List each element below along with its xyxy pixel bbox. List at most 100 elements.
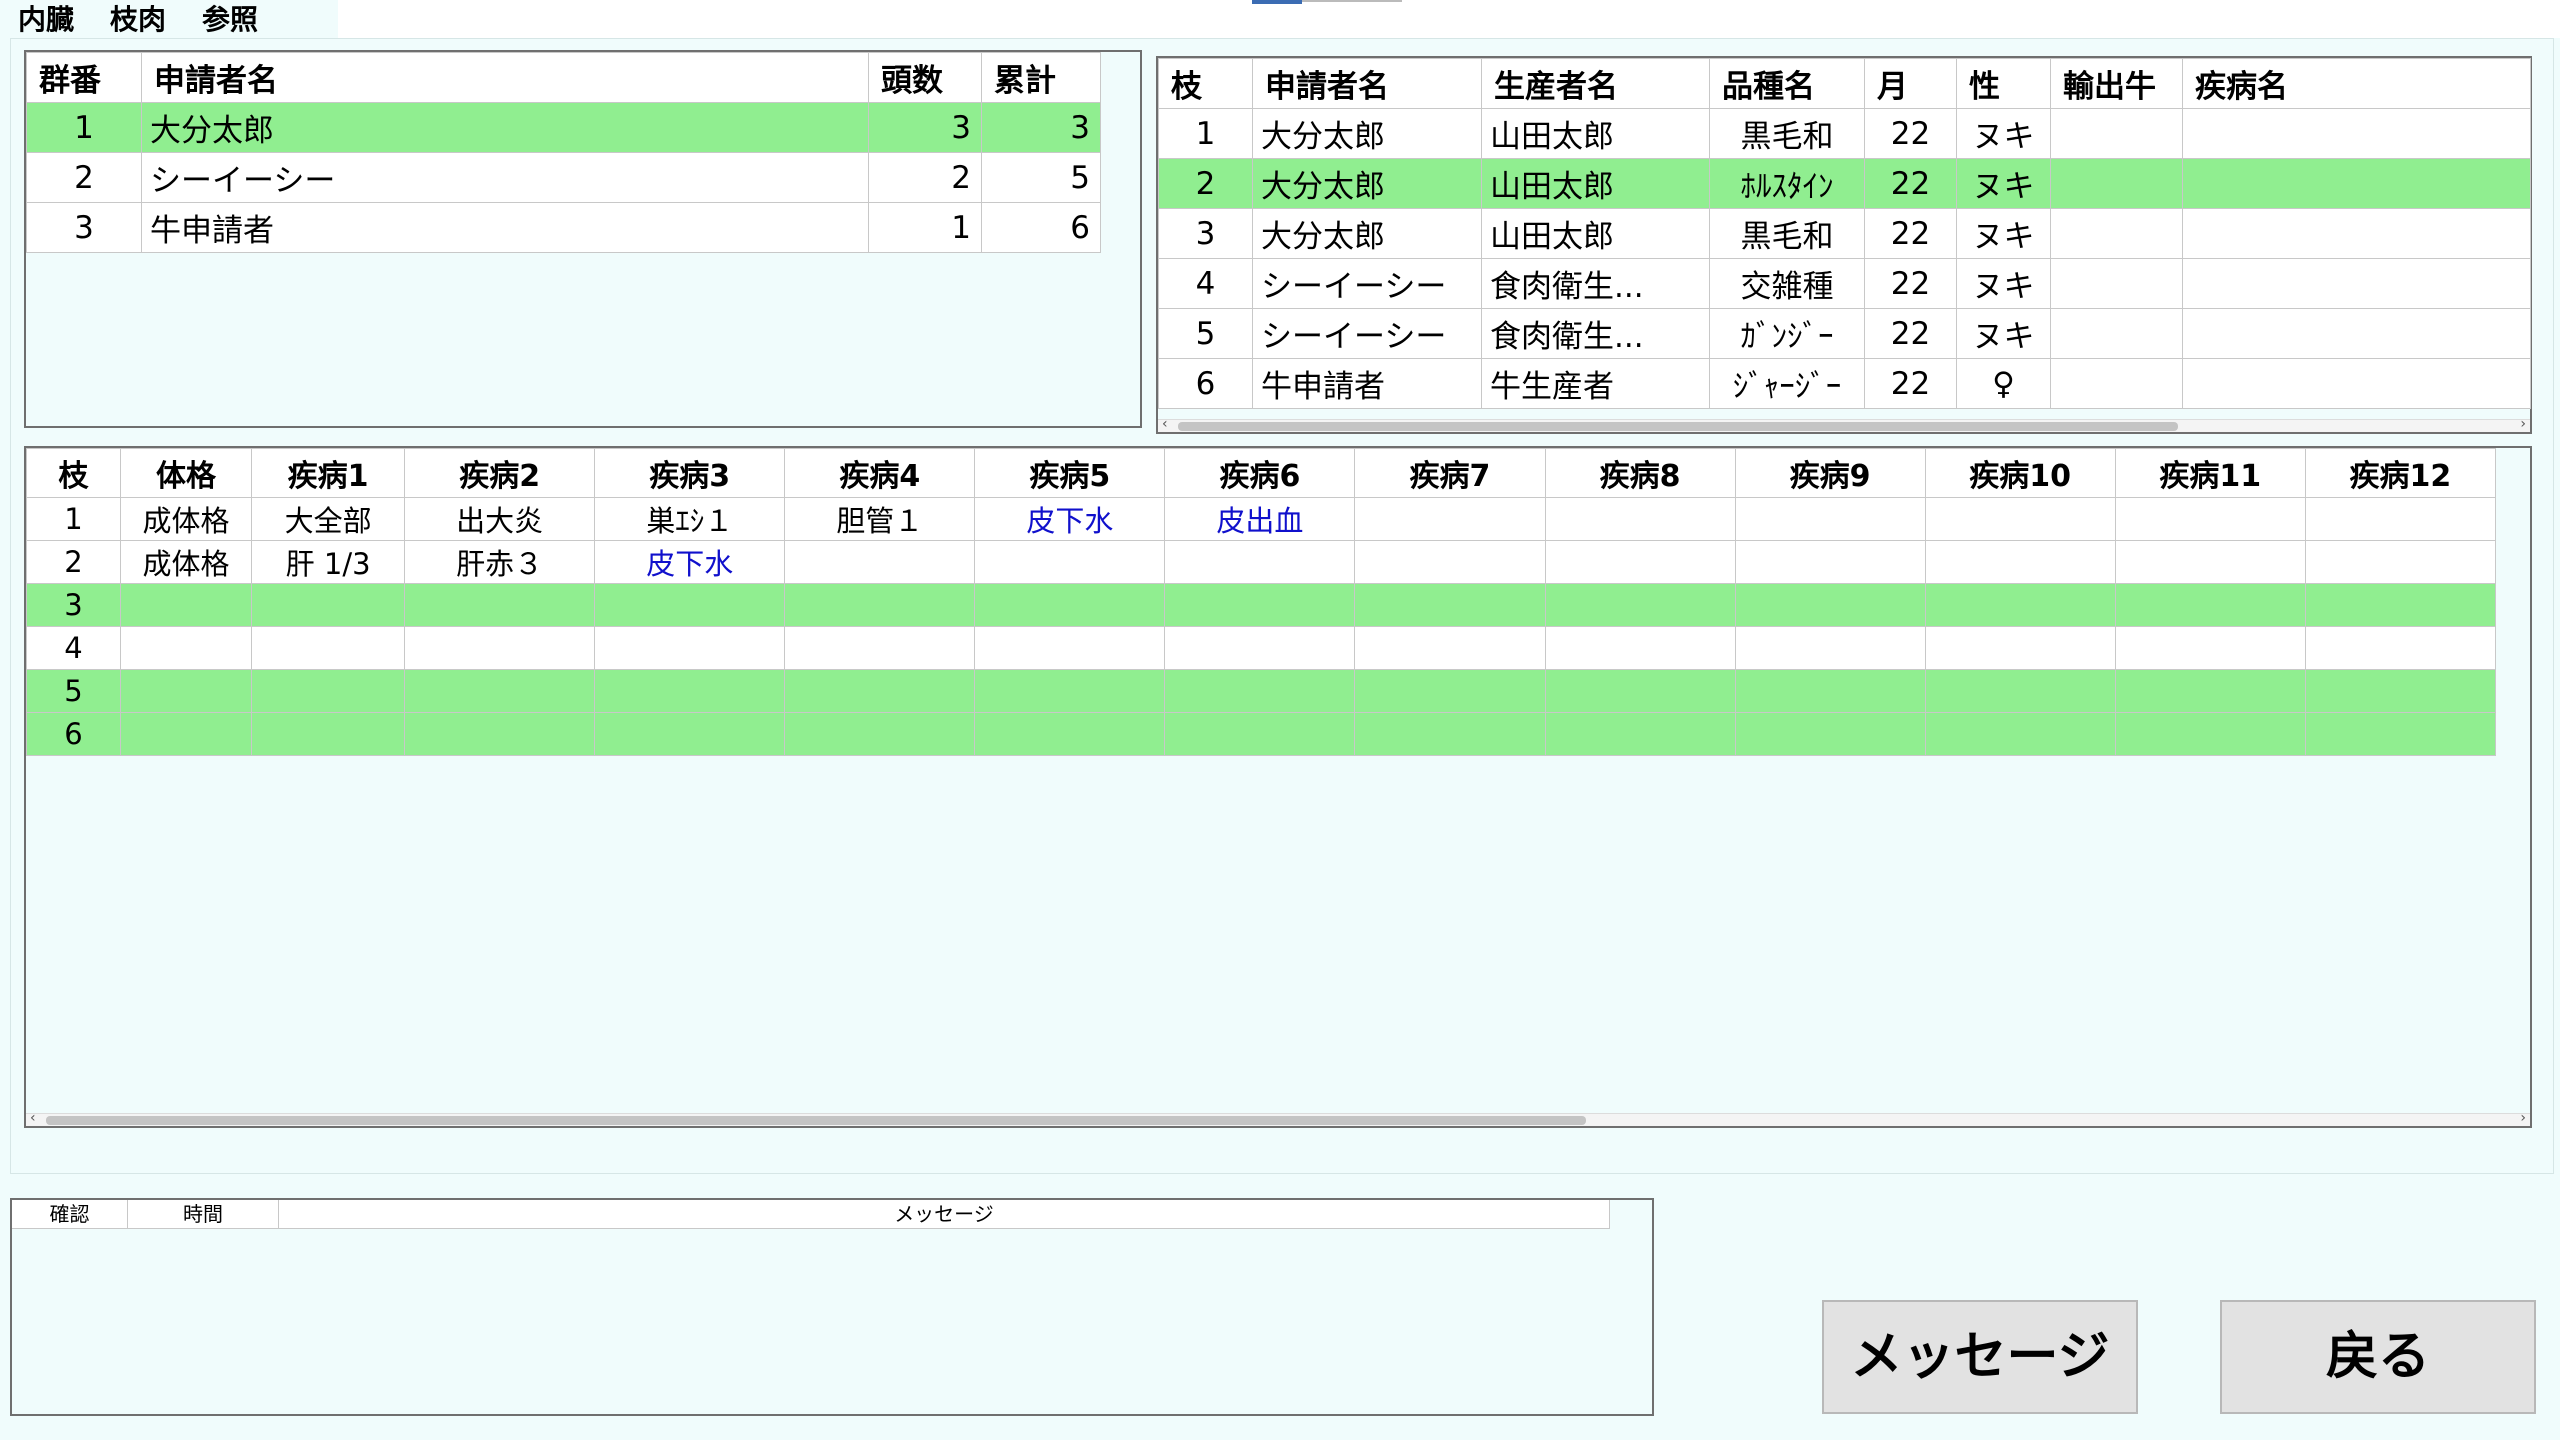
- branch-no: 4: [25, 626, 122, 670]
- disease-11: [2114, 497, 2306, 541]
- message-log: 確認 時間 メッセージ: [10, 1198, 1654, 1416]
- branch-no: 2: [1158, 158, 1253, 209]
- breed: 黒毛和: [1709, 108, 1865, 159]
- disease-name: [2182, 158, 2531, 209]
- scroll-right-icon[interactable]: ›: [2520, 416, 2526, 432]
- disease-1: [251, 626, 406, 670]
- disease-7: [1354, 540, 1546, 584]
- tab-edaniku[interactable]: 枝肉: [92, 0, 184, 38]
- disease-4: [784, 626, 976, 670]
- sex: ヌキ: [1956, 258, 2051, 309]
- disease-2: 出大炎: [404, 497, 596, 541]
- disease-8: [1544, 712, 1736, 756]
- disease-8: [1544, 583, 1736, 627]
- sex: ♀: [1956, 358, 2051, 409]
- branch-no: 5: [1158, 308, 1253, 359]
- applicant-row[interactable]: 1 大分太郎 3 3: [26, 102, 1101, 153]
- branch-no: 3: [1158, 208, 1253, 259]
- disease-2: [404, 712, 596, 756]
- disease-11: [2114, 540, 2306, 584]
- sex: ヌキ: [1956, 208, 2051, 259]
- breed: ﾎﾙｽﾀｲﾝ: [1709, 158, 1865, 209]
- col-sex: 性: [1956, 58, 2051, 109]
- physique: [120, 583, 253, 627]
- branch-scrollbar[interactable]: ‹ ›: [1158, 416, 2530, 432]
- disease-7: [1354, 497, 1546, 541]
- tab-bar: 内臓 枝肉 参照: [0, 0, 277, 38]
- col-message: メッセージ: [279, 1200, 1610, 1228]
- disease-12: [2304, 712, 2497, 756]
- tab-naizou[interactable]: 内臓: [0, 0, 92, 38]
- cumulative: 6: [981, 202, 1101, 253]
- disease-row[interactable]: 1 成体格 大全部 出大炎 巣ｴｼ１ 胆管１ 皮下水 皮出血: [25, 497, 2497, 541]
- col-disease-11: 疾病11: [2114, 448, 2306, 498]
- disease-7: [1354, 669, 1546, 713]
- disease-11: [2114, 669, 2306, 713]
- applicant: 大分太郎: [1252, 108, 1482, 159]
- disease-10: [1924, 712, 2116, 756]
- disease-row[interactable]: 2 成体格 肝 1/3 肝赤３ 皮下水: [25, 540, 2497, 584]
- disease-name: [2182, 358, 2531, 409]
- tab-sansho[interactable]: 参照: [184, 0, 277, 38]
- col-disease-1: 疾病1: [251, 448, 406, 498]
- disease-scroll-thumb[interactable]: [46, 1116, 1586, 1125]
- disease-2: 肝赤３: [404, 540, 596, 584]
- sex: ヌキ: [1956, 158, 2051, 209]
- applicant-row[interactable]: 2 シーイーシー 2 5: [26, 152, 1101, 203]
- branch-no: 3: [25, 583, 122, 627]
- scroll-left-icon[interactable]: ‹: [30, 1110, 36, 1126]
- head-count: 3: [868, 102, 982, 153]
- disease-8: [1544, 626, 1736, 670]
- disease-row[interactable]: 3: [25, 583, 2497, 627]
- col-cumulative: 累計: [981, 52, 1101, 103]
- disease-8: [1544, 540, 1736, 584]
- disease-5: [974, 583, 1166, 627]
- branch-scroll-thumb[interactable]: [1178, 422, 2178, 431]
- disease-5: [974, 540, 1166, 584]
- disease-2: [404, 583, 596, 627]
- disease-scrollbar[interactable]: ‹ ›: [26, 1110, 2530, 1126]
- col-disease-7: 疾病7: [1354, 448, 1546, 498]
- head-count: 1: [868, 202, 982, 253]
- branch-row[interactable]: 1 大分太郎 山田太郎 黒毛和 22 ヌキ: [1158, 108, 2531, 159]
- disease-row[interactable]: 6: [25, 712, 2497, 756]
- branch-row[interactable]: 5 シーイーシー 食肉衛生... ｶﾞﾝｼﾞｰ 22 ヌキ: [1158, 308, 2531, 359]
- disease-5: [974, 712, 1166, 756]
- col-producer: 生産者名: [1481, 58, 1710, 109]
- col-disease-10: 疾病10: [1924, 448, 2116, 498]
- disease-9: [1734, 497, 1926, 541]
- disease-9: [1734, 626, 1926, 670]
- producer: 山田太郎: [1481, 208, 1710, 259]
- col-group-no: 群番: [26, 52, 142, 103]
- col-applicant-name: 申請者名: [141, 52, 869, 103]
- col-disease-3: 疾病3: [594, 448, 786, 498]
- disease-1: [251, 669, 406, 713]
- disease-10: [1924, 669, 2116, 713]
- breed: ｶﾞﾝｼﾞｰ: [1709, 308, 1865, 359]
- month: 22: [1864, 158, 1957, 209]
- disease-name: [2182, 108, 2531, 159]
- disease-row[interactable]: 4: [25, 626, 2497, 670]
- producer: 山田太郎: [1481, 158, 1710, 209]
- disease-10: [1924, 497, 2116, 541]
- disease-1: 大全部: [251, 497, 406, 541]
- export: [2050, 158, 2183, 209]
- branch-no: 4: [1158, 258, 1253, 309]
- applicant-row[interactable]: 3 牛申請者 1 6: [26, 202, 1101, 253]
- scroll-right-icon[interactable]: ›: [2520, 1110, 2526, 1126]
- disease-11: [2114, 583, 2306, 627]
- branch-row[interactable]: 4 シーイーシー 食肉衛生... 交雑種 22 ヌキ: [1158, 258, 2531, 309]
- message-button[interactable]: メッセージ: [1822, 1300, 2138, 1414]
- branch-row[interactable]: 6 牛申請者 牛生産者 ｼﾞｬｰｼﾞｰ 22 ♀: [1158, 358, 2531, 409]
- producer: 食肉衛生...: [1481, 308, 1710, 359]
- scroll-left-icon[interactable]: ‹: [1162, 416, 1168, 432]
- applicant: シーイーシー: [1252, 308, 1482, 359]
- branch-no: 6: [1158, 358, 1253, 409]
- export: [2050, 108, 2183, 159]
- physique: [120, 626, 253, 670]
- col-disease-6: 疾病6: [1164, 448, 1356, 498]
- branch-row[interactable]: 3 大分太郎 山田太郎 黒毛和 22 ヌキ: [1158, 208, 2531, 259]
- disease-row[interactable]: 5: [25, 669, 2497, 713]
- branch-row[interactable]: 2 大分太郎 山田太郎 ﾎﾙｽﾀｲﾝ 22 ヌキ: [1158, 158, 2531, 209]
- back-button[interactable]: 戻る: [2220, 1300, 2536, 1414]
